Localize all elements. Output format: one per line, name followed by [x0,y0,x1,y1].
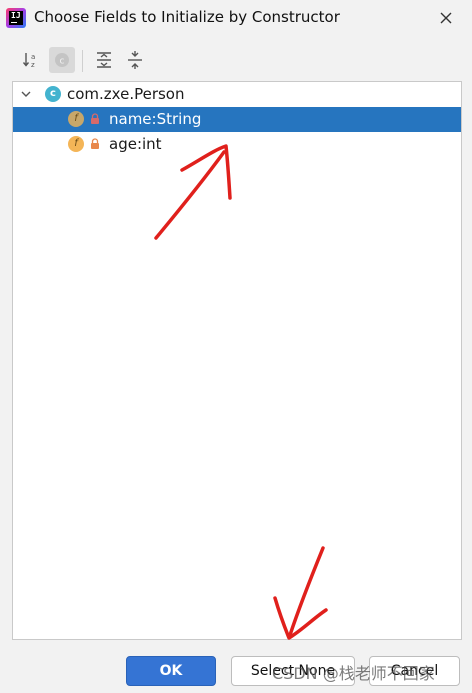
intellij-logo-icon: IJ [6,8,26,28]
toolbar-separator [82,50,83,72]
tree-root-label: com.zxe.Person [67,85,185,103]
tree-field-row-name[interactable]: f name:String [13,107,461,132]
field-icon: f [68,111,84,127]
fields-tree[interactable]: c com.zxe.Person f name:String f age:int [12,81,462,640]
close-icon [440,12,452,24]
ok-button[interactable]: OK [126,656,216,686]
svg-text:a: a [31,53,35,61]
watermark: CSDN @栈老师不回家 [272,664,435,683]
collapse-all-icon [128,51,142,69]
sort-az-icon: a z [22,53,35,69]
toolbar: a z c [12,46,462,76]
expand-all-button[interactable] [91,47,117,73]
class-icon: c [45,86,61,102]
tree-field-row-age[interactable]: f age:int [13,132,461,157]
sort-alphabetically-button[interactable]: a z [18,47,44,73]
dialog-title: Choose Fields to Initialize by Construct… [34,8,340,26]
field-label: age:int [109,135,162,153]
svg-text:c: c [60,57,65,67]
show-classes-button[interactable]: c [49,47,75,73]
title-bar: IJ Choose Fields to Initialize by Constr… [0,0,472,36]
expand-all-icon [97,52,111,68]
svg-text:z: z [31,61,35,69]
chevron-down-icon[interactable] [19,87,33,101]
close-button[interactable] [432,4,460,32]
tree-root-row[interactable]: c com.zxe.Person [13,82,461,107]
field-icon: f [68,136,84,152]
private-lock-icon [91,113,99,124]
field-label: name:String [109,110,202,128]
private-lock-icon [91,138,99,149]
class-c-icon: c [55,53,69,67]
collapse-all-button[interactable] [122,47,148,73]
